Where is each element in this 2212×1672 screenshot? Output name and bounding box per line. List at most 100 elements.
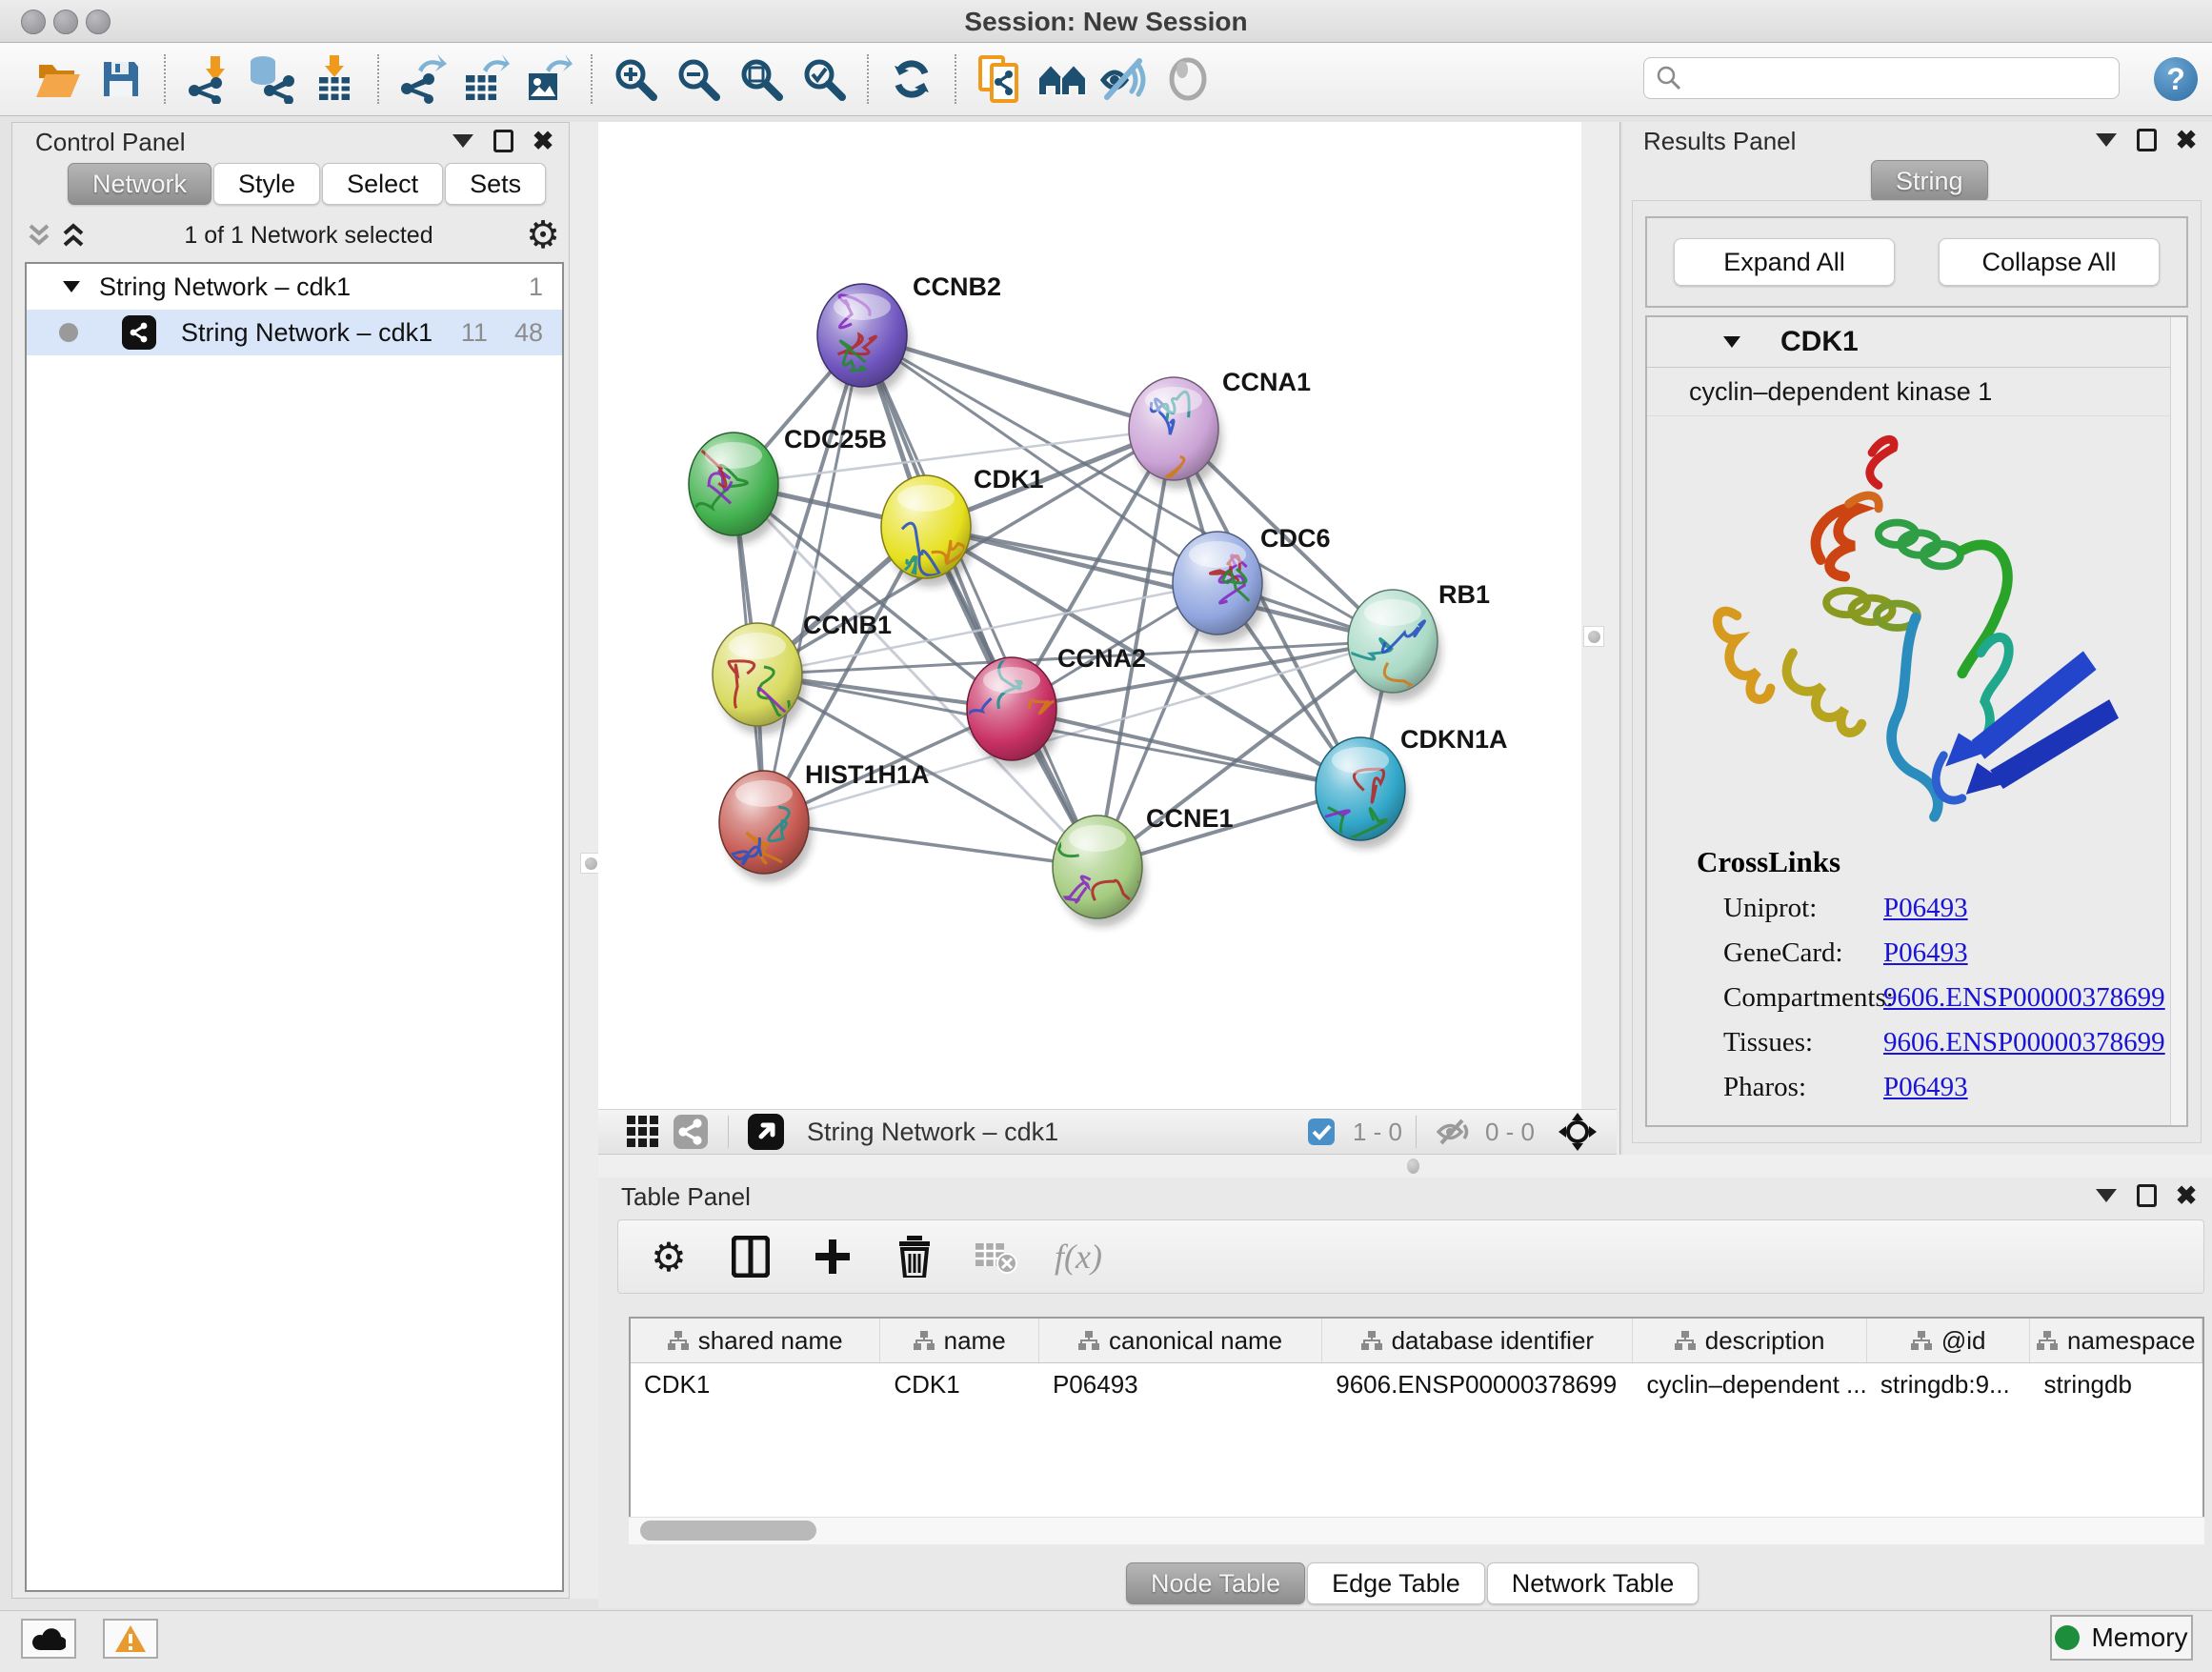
- collapse-all-icon[interactable]: [22, 221, 56, 250]
- crosslink-row: GeneCard:P06493: [1723, 937, 2186, 969]
- right-splitter[interactable]: [1581, 122, 1619, 1155]
- results-scrollbar[interactable]: [2170, 317, 2186, 1125]
- network-node-CCNA1[interactable]: CCNA1: [1129, 368, 1311, 489]
- birds-eye-view-icon[interactable]: [619, 1108, 667, 1156]
- network-node-HIST1H1A[interactable]: HIST1H1A: [719, 760, 930, 882]
- crosslink-link[interactable]: P06493: [1883, 937, 1968, 969]
- function-builder-icon: f(x): [1055, 1237, 1102, 1277]
- column-header-canonicalname[interactable]: canonical name: [1039, 1319, 1322, 1362]
- new-network-from-selection-icon[interactable]: [968, 51, 1031, 107]
- node-table: shared namenamecanonical namedatabase id…: [629, 1317, 2204, 1543]
- collapse-all-button[interactable]: Collapse All: [1939, 238, 2160, 286]
- memory-button[interactable]: Memory: [2050, 1615, 2193, 1661]
- tab-style[interactable]: Style: [213, 163, 320, 205]
- network-row[interactable]: String Network – cdk1 11 48: [27, 310, 562, 355]
- tab-select[interactable]: Select: [322, 163, 443, 205]
- network-node-CCNE1[interactable]: CCNE1: [1053, 804, 1234, 927]
- column-header-namespace[interactable]: namespace: [2030, 1319, 2202, 1362]
- tab-node-table[interactable]: Node Table: [1126, 1562, 1305, 1604]
- scrollbar-thumb[interactable]: [640, 1521, 816, 1541]
- left-splitter[interactable]: [570, 122, 598, 1599]
- control-panel: Control Panel ✖ NetworkStyleSelectSets 1…: [11, 122, 570, 1599]
- show-columns-icon[interactable]: [727, 1233, 774, 1280]
- expander-icon[interactable]: [61, 278, 82, 295]
- import-table-icon[interactable]: [303, 51, 366, 107]
- protein-section-header[interactable]: CDK1: [1647, 317, 2186, 368]
- export-image-icon[interactable]: [516, 51, 579, 107]
- tab-network-table[interactable]: Network Table: [1487, 1562, 1699, 1604]
- splitter-grip[interactable]: [1407, 1158, 1419, 1174]
- first-neighbors-icon[interactable]: [1031, 51, 1094, 107]
- collapse-panel-icon[interactable]: [2090, 1181, 2122, 1210]
- tab-string[interactable]: String: [1871, 160, 1988, 202]
- zoom-out-icon[interactable]: [667, 51, 730, 107]
- search-input[interactable]: [1682, 60, 2119, 96]
- collapse-panel-icon[interactable]: [447, 127, 479, 155]
- close-panel-icon[interactable]: ✖: [2170, 1181, 2202, 1210]
- crosslink-link[interactable]: 9606.ENSP00000378699: [1883, 1027, 2165, 1058]
- export-network-icon[interactable]: [391, 51, 453, 107]
- selected-checkbox-icon[interactable]: [1297, 1108, 1345, 1156]
- open-session-icon[interactable]: [27, 51, 90, 107]
- network-node-RB1[interactable]: RB1: [1338, 580, 1490, 717]
- crosslink-link[interactable]: P06493: [1883, 893, 1968, 924]
- collapse-panel-icon[interactable]: [2090, 126, 2122, 154]
- float-panel-icon[interactable]: [487, 127, 519, 155]
- tab-sets[interactable]: Sets: [445, 163, 546, 205]
- save-session-icon[interactable]: [90, 51, 152, 107]
- string-results-list: CDK1 cyclin–dependent kinase 1: [1645, 315, 2188, 1127]
- column-header-databaseidentifier[interactable]: database identifier: [1322, 1319, 1633, 1362]
- toolbar-separator: [591, 54, 593, 104]
- network-node-CDC6[interactable]: CDC6: [1173, 524, 1331, 643]
- horizontal-splitter[interactable]: [598, 1155, 2212, 1178]
- import-network-database-icon[interactable]: [240, 51, 303, 107]
- hidden-eye-icon[interactable]: [1430, 1108, 1478, 1156]
- expand-all-icon[interactable]: [56, 221, 90, 250]
- import-network-icon[interactable]: [177, 51, 240, 107]
- tab-edge-table[interactable]: Edge Table: [1307, 1562, 1485, 1604]
- network-node-CCNB2[interactable]: CCNB2: [817, 272, 1001, 395]
- network-canvas[interactable]: CCNB2CCNA1CDC25BCDK1CDC6RB1CCNB1CCNA2CDK…: [598, 122, 1581, 1109]
- pan-crosshair-icon[interactable]: [1554, 1108, 1601, 1156]
- current-network-dot-icon: [59, 323, 78, 342]
- toolbar-separator: [164, 54, 166, 104]
- float-panel-icon[interactable]: [2130, 126, 2162, 154]
- delete-column-icon[interactable]: [891, 1233, 938, 1280]
- warning-status-button[interactable]: [103, 1619, 158, 1659]
- expander-icon[interactable]: [1721, 333, 1742, 351]
- close-panel-icon[interactable]: ✖: [2170, 126, 2202, 154]
- zoom-in-icon[interactable]: [604, 51, 667, 107]
- refresh-icon[interactable]: [880, 51, 943, 107]
- show-hide-icon[interactable]: [1094, 51, 1156, 107]
- expand-all-button[interactable]: Expand All: [1674, 238, 1895, 286]
- float-panel-icon[interactable]: [2130, 1181, 2162, 1210]
- node-label-CCNA1: CCNA1: [1222, 368, 1311, 396]
- network-view-toolbar: String Network – cdk1 1 - 0 0 - 0: [598, 1109, 1617, 1155]
- zoom-selected-icon[interactable]: [793, 51, 855, 107]
- network-share-icon[interactable]: [667, 1108, 714, 1156]
- open-view-in-window-icon[interactable]: [742, 1108, 790, 1156]
- network-node-CDKN1A[interactable]: CDKN1A: [1311, 725, 1508, 849]
- splitter-grip[interactable]: [1583, 626, 1604, 647]
- cloud-status-button[interactable]: [21, 1619, 76, 1659]
- search-box[interactable]: [1643, 57, 2120, 99]
- table-horizontal-scrollbar[interactable]: [629, 1517, 2204, 1544]
- column-header-description[interactable]: description: [1633, 1319, 1866, 1362]
- close-panel-icon[interactable]: ✖: [527, 127, 559, 155]
- export-table-icon[interactable]: [453, 51, 516, 107]
- add-column-icon[interactable]: [809, 1233, 856, 1280]
- crosslink-link[interactable]: P06493: [1883, 1072, 1968, 1103]
- tab-network[interactable]: Network: [68, 163, 211, 205]
- table-options-gear-icon[interactable]: ⚙: [645, 1233, 693, 1280]
- column-header-name[interactable]: name: [880, 1319, 1039, 1362]
- network-node-CDK1[interactable]: CDK1: [881, 465, 1044, 587]
- zoom-fit-icon[interactable]: [730, 51, 793, 107]
- table-row[interactable]: CDK1CDK1P064939606.ENSP00000378699cyclin…: [631, 1363, 2202, 1405]
- help-icon[interactable]: ?: [2154, 57, 2198, 101]
- column-header-id[interactable]: @id: [1867, 1319, 2031, 1362]
- network-tree: String Network – cdk1 1 String Network –…: [25, 262, 564, 1592]
- crosslink-link[interactable]: 9606.ENSP00000378699: [1883, 982, 2165, 1014]
- network-options-gear-icon[interactable]: ⚙: [527, 221, 559, 250]
- network-collection-row[interactable]: String Network – cdk1 1: [27, 264, 562, 310]
- column-header-sharedname[interactable]: shared name: [631, 1319, 880, 1362]
